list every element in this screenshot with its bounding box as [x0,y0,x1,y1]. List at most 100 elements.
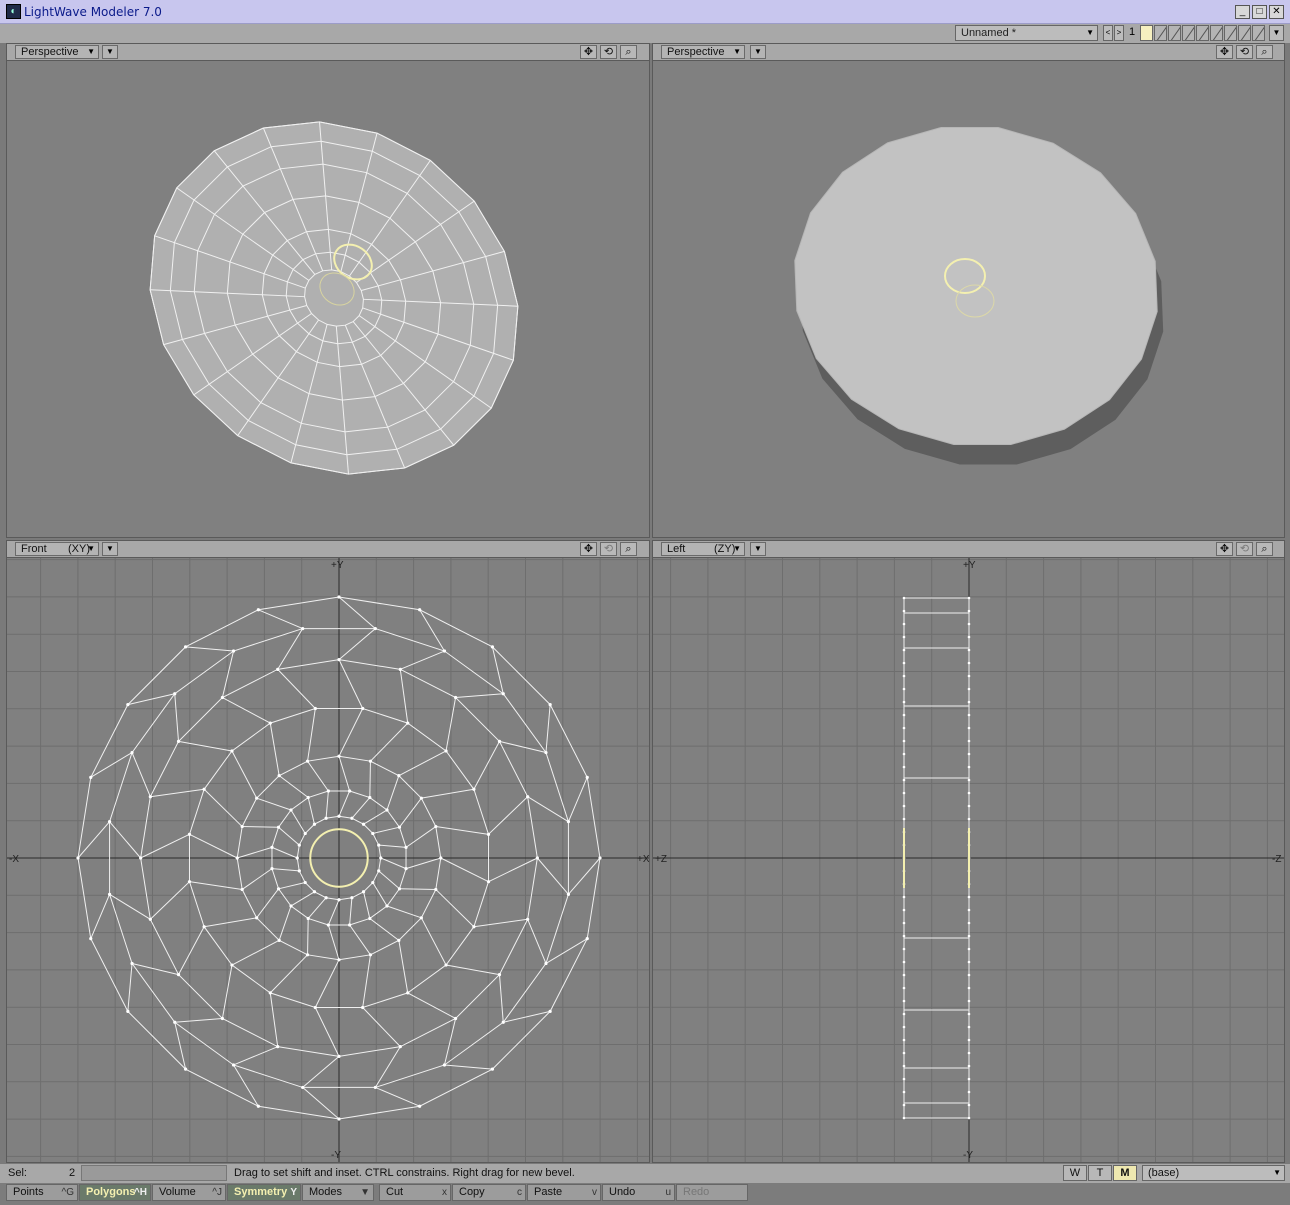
mesh-edge [349,924,371,956]
view-type-select[interactable]: Perspective ▼ [15,45,99,59]
mesh-vertex [379,856,383,860]
disc-face [149,121,519,475]
viewport-canvas[interactable] [653,61,1284,537]
render-mode-select[interactable]: ▼ [102,542,118,556]
mesh-vertex [497,739,502,744]
mesh-vertex [361,706,365,711]
mesh-vertex [902,596,906,600]
mesh-vertex [397,887,402,891]
morph-toggle[interactable]: M [1113,1165,1137,1181]
modes-dropdown[interactable]: Modes ▼ [302,1184,374,1201]
undo-button[interactable]: Undo u [602,1184,675,1201]
layer-slot-8[interactable] [1238,25,1251,41]
minimize-button[interactable]: _ [1235,5,1250,19]
rotate-view-icon: ⟲ [1236,542,1253,556]
chevron-down-icon: ▼ [733,544,741,553]
texture-toggle[interactable]: T [1088,1165,1112,1181]
object-select[interactable]: Unnamed * ▼ [955,25,1098,41]
mesh-edge [378,870,400,890]
zoom-view-icon[interactable]: ⌕ [620,542,637,556]
mesh-vertex [398,667,402,671]
viewport-bottom-right[interactable]: Left (ZY) ▼ ▼ ✥ ⟲ ⌕ +Y -Y +Z -Z [652,540,1285,1163]
disc-face [794,126,1158,446]
mesh-vertex [89,775,93,779]
surface-select[interactable]: (base) ▼ [1142,1165,1285,1181]
copy-button[interactable]: Copy c [452,1184,526,1201]
mesh-edge [567,777,588,822]
prev-object-button[interactable]: < [1103,25,1113,41]
mesh-edge [185,646,234,652]
polygons-mode-button[interactable]: Polygons ^H [79,1184,151,1201]
mesh-vertex [361,890,366,894]
view-type-select[interactable]: Perspective ▼ [661,45,745,59]
mesh-vertex [902,908,906,912]
mesh-edge [363,809,388,825]
cut-button[interactable]: Cut x [379,1184,451,1201]
mesh-vertex [902,1077,906,1081]
view-type-select[interactable]: Left (ZY) ▼ [661,542,745,556]
viewport-canvas[interactable] [7,61,649,537]
move-view-icon[interactable]: ✥ [1216,542,1233,556]
render-mode-select[interactable]: ▼ [750,45,766,59]
zoom-view-icon[interactable]: ⌕ [620,45,637,59]
render-mode-select[interactable]: ▼ [102,45,118,59]
maximize-button[interactable]: □ [1252,5,1267,19]
layer-slot-6[interactable] [1210,25,1223,41]
mesh-vertex [277,938,281,942]
mesh-vertex [337,898,341,902]
viewport-top-right[interactable]: Perspective ▼ ▼ ✥ ⟲ ⌕ [652,43,1285,538]
mesh-edge [405,826,437,848]
paste-button[interactable]: Paste v [527,1184,601,1201]
move-view-icon[interactable]: ✥ [580,542,597,556]
mesh-vertex [490,1067,495,1071]
zoom-view-icon[interactable]: ⌕ [1256,45,1273,59]
mesh-edge [338,659,364,709]
mesh-vertex [967,700,971,704]
close-button[interactable]: ✕ [1269,5,1284,19]
rotate-view-icon[interactable]: ⟲ [1236,45,1253,59]
layer-slot-5[interactable] [1196,25,1209,41]
mesh-vertex [350,896,354,900]
layers-dropdown[interactable]: ▼ [1269,25,1284,41]
mesh-vertex [544,750,548,755]
mesh-vertex [902,1038,906,1042]
view-type-select[interactable]: Front (XY) ▼ [15,542,99,556]
layer-slot-7[interactable] [1224,25,1237,41]
mesh-vertex [385,904,389,908]
layer-slot-3[interactable] [1168,25,1181,41]
viewport-canvas[interactable]: +Y -Y -X +X [7,558,649,1162]
mesh-vertex [902,804,906,808]
layer-slot-9[interactable] [1252,25,1265,41]
viewport-bottom-left[interactable]: Front (XY) ▼ ▼ ✥ ⟲ ⌕ +Y -Y -X +X [6,540,650,1163]
mesh-vertex [220,1016,225,1021]
move-view-icon[interactable]: ✥ [580,45,597,59]
redo-button: Redo [676,1184,748,1201]
mesh-vertex [235,856,239,860]
next-object-button[interactable]: > [1114,25,1124,41]
mesh-vertex [419,796,423,800]
mesh-edge [189,833,238,859]
volume-mode-button[interactable]: Volume ^J [152,1184,226,1201]
points-mode-button[interactable]: Points ^G [6,1184,78,1201]
mesh-edge [269,992,279,1047]
layer-slot-2[interactable] [1154,25,1167,41]
button-label: Copy [459,1186,485,1198]
rotate-view-icon[interactable]: ⟲ [600,45,617,59]
mesh-vertex [486,832,491,836]
symmetry-toggle[interactable]: Symmetry Y [227,1184,301,1201]
shortcut-key: ^H [133,1187,147,1198]
mesh-vertex [404,867,408,871]
move-view-icon[interactable]: ✥ [1216,45,1233,59]
zoom-view-icon[interactable]: ⌕ [1256,542,1273,556]
mesh-vertex [967,947,971,951]
mesh-edge [420,917,447,966]
viewport-header: Front (XY) ▼ ▼ ✥ ⟲ ⌕ [7,541,649,558]
layer-slot-1[interactable] [1140,25,1153,41]
wireframe-toggle[interactable]: W [1063,1165,1087,1181]
render-mode-select[interactable]: ▼ [750,542,766,556]
mesh-vertex [348,789,352,793]
viewport-canvas[interactable]: +Y -Y +Z -Z [653,558,1284,1162]
mesh-vertex [902,765,906,769]
layer-slot-4[interactable] [1182,25,1195,41]
viewport-top-left[interactable]: Perspective ▼ ▼ ✥ ⟲ ⌕ [6,43,650,538]
